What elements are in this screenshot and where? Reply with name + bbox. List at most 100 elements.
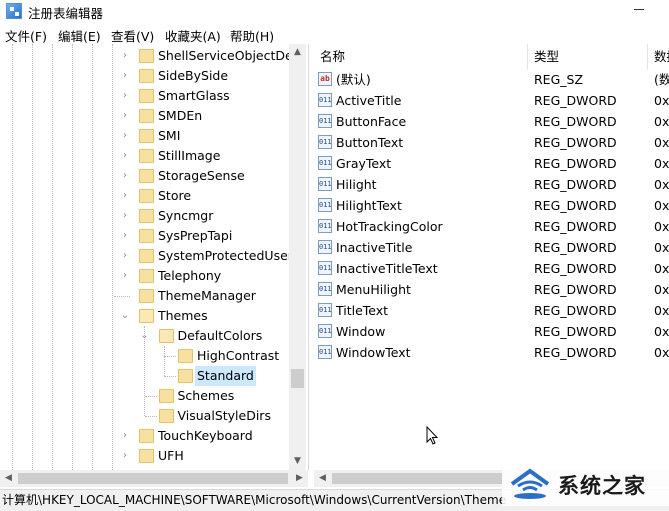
tree-item-label: SideBySide	[158, 68, 229, 83]
chevron-right-icon[interactable]: ›	[120, 86, 130, 106]
value-row[interactable]: ab (默认) REG_SZ (数	[314, 69, 669, 90]
chevron-right-icon[interactable]: ›	[120, 426, 130, 446]
value-row[interactable]: 011 HilightText REG_DWORD 0x0	[314, 195, 669, 216]
value-row[interactable]: 011 ActiveTitle REG_DWORD 0x0	[314, 90, 669, 111]
scroll-left-arrow-icon[interactable]: ◀	[314, 470, 331, 487]
menu-help[interactable]: 帮助(H)	[230, 26, 274, 45]
tree-item[interactable]: › Syncmgr	[0, 206, 300, 226]
value-row[interactable]: 011 WindowText REG_DWORD 0x0	[314, 342, 669, 363]
tree-item[interactable]: HighContrast	[0, 346, 300, 366]
tree-item[interactable]: › SideBySide	[0, 66, 300, 86]
binary-value-icon: 011	[318, 240, 332, 254]
folder-icon	[139, 49, 154, 63]
registry-key-tree[interactable]: › ShellServiceObjectDela › SideBySide › Smart…	[0, 44, 309, 470]
chevron-right-icon[interactable]: ›	[120, 206, 130, 226]
column-header-data[interactable]: 数据	[648, 44, 669, 70]
binary-value-icon: 011	[318, 93, 332, 107]
value-row[interactable]: 011 TitleText REG_DWORD 0x0	[314, 300, 669, 321]
scroll-thumb[interactable]	[18, 473, 288, 484]
value-row[interactable]: 011 ButtonFace REG_DWORD 0x0	[314, 111, 669, 132]
tree-item[interactable]: Schemes	[0, 386, 300, 406]
chevron-right-icon[interactable]: ›	[120, 46, 130, 66]
folder-icon	[139, 129, 154, 143]
column-header-name[interactable]: 名称	[314, 44, 528, 70]
tree-item[interactable]: › ShellServiceObjectDela	[0, 46, 304, 66]
regedit-app-icon	[6, 3, 22, 19]
tree-item[interactable]: › Store	[0, 186, 300, 206]
chevron-right-icon[interactable]: ›	[120, 166, 130, 186]
value-data: 0x0	[654, 93, 669, 108]
value-row[interactable]: 011 MenuHilight REG_DWORD 0x0	[314, 279, 669, 300]
scroll-thumb[interactable]	[332, 473, 502, 484]
minimize-button[interactable]	[628, 0, 658, 20]
tree-item[interactable]: › SMDEn	[0, 106, 300, 126]
value-name: HilightText	[336, 198, 402, 213]
value-row[interactable]: 011 InactiveTitleText REG_DWORD 0x0	[314, 258, 669, 279]
value-row[interactable]: 011 GrayText REG_DWORD 0x0	[314, 153, 669, 174]
value-data: 0x0	[654, 324, 669, 339]
tree-item-label: VisualStyleDirs	[177, 408, 271, 423]
menu-edit[interactable]: 编辑(E)	[58, 26, 101, 45]
chevron-right-icon[interactable]: ›	[120, 66, 130, 86]
house-logo-icon	[510, 468, 550, 499]
binary-value-icon: 011	[318, 261, 332, 275]
tree-item[interactable]: Standard	[0, 366, 300, 386]
chevron-right-icon[interactable]: ›	[120, 246, 130, 266]
tree-item[interactable]: › SMI	[0, 126, 300, 146]
binary-value-icon: 011	[318, 156, 332, 170]
folder-icon	[139, 189, 154, 203]
value-row[interactable]: 011 Window REG_DWORD 0x0	[314, 321, 669, 342]
value-row[interactable]: 011 HotTrackingColor REG_DWORD 0x0	[314, 216, 669, 237]
tree-item[interactable]: ThemeManager	[0, 286, 300, 306]
chevron-right-icon[interactable]: ›	[120, 186, 130, 206]
tree-item[interactable]: › SysPrepTapi	[0, 226, 300, 246]
tree-horizontal-scrollbar[interactable]: ◀ ▶	[0, 470, 308, 487]
value-name: Hilight	[336, 177, 377, 192]
value-row[interactable]: 011 InactiveTitle REG_DWORD 0x0	[314, 237, 669, 258]
scroll-thumb[interactable]	[291, 369, 304, 388]
column-header-type[interactable]: 类型	[528, 44, 648, 70]
chevron-down-icon[interactable]: ⌄	[120, 306, 130, 326]
scroll-down-arrow-icon[interactable]: ▼	[289, 453, 306, 470]
tree-item[interactable]: › UFH	[0, 446, 300, 466]
value-data: 0x0	[654, 177, 669, 192]
chevron-right-icon[interactable]: ›	[120, 446, 130, 466]
binary-value-icon: 011	[318, 324, 332, 338]
chevron-right-icon[interactable]: ›	[120, 266, 130, 286]
tree-item[interactable]: ⌄ DefaultColors	[0, 326, 300, 346]
menu-view[interactable]: 查看(V)	[111, 26, 154, 45]
tree-item[interactable]: › Telephony	[0, 266, 300, 286]
folder-icon	[139, 209, 154, 223]
registry-values-list[interactable]: 名称 类型 数据 ab (默认) REG_SZ (数 011 ActiveTitle REG…	[314, 44, 669, 470]
chevron-right-icon[interactable]: ›	[120, 226, 130, 246]
chevron-right-icon[interactable]: ›	[120, 146, 130, 166]
tree-item[interactable]: › SystemProtectedUserD	[0, 246, 303, 266]
tree-item-label: SystemProtectedUserD	[158, 248, 303, 263]
value-data: 0x0	[654, 156, 669, 171]
value-type: REG_DWORD	[534, 219, 617, 234]
tree-item[interactable]: › TouchKeyboard	[0, 426, 300, 446]
tree-item[interactable]: › StillImage	[0, 146, 300, 166]
tree-vertical-scrollbar[interactable]: ▲ ▼	[289, 44, 306, 470]
watermark: 系统之家	[502, 462, 669, 506]
folder-icon	[139, 89, 154, 103]
chevron-right-icon[interactable]: ›	[120, 126, 130, 146]
menu-file[interactable]: 文件(F)	[5, 26, 47, 45]
tree-item-label: Telephony	[158, 268, 222, 283]
scroll-right-arrow-icon[interactable]: ▶	[291, 470, 308, 487]
chevron-down-icon[interactable]: ⌄	[140, 326, 150, 346]
tree-guide-line	[114, 296, 130, 297]
menu-favorites[interactable]: 收藏夹(A)	[165, 26, 221, 45]
scroll-left-arrow-icon[interactable]: ◀	[0, 470, 17, 487]
value-row[interactable]: 011 Hilight REG_DWORD 0x0	[314, 174, 669, 195]
tree-item[interactable]: VisualStyleDirs	[0, 406, 300, 426]
tree-item[interactable]: ⌄ Themes	[0, 306, 300, 326]
tree-item[interactable]: › SmartGlass	[0, 86, 300, 106]
tree-item[interactable]: › StorageSense	[0, 166, 300, 186]
scroll-up-arrow-icon[interactable]: ▲	[289, 44, 306, 61]
value-type: REG_DWORD	[534, 135, 617, 150]
chevron-right-icon[interactable]: ›	[120, 106, 130, 126]
tree-guide-line	[164, 356, 176, 357]
value-row[interactable]: 011 ButtonText REG_DWORD 0x0	[314, 132, 669, 153]
value-data: 0x0	[654, 198, 669, 213]
